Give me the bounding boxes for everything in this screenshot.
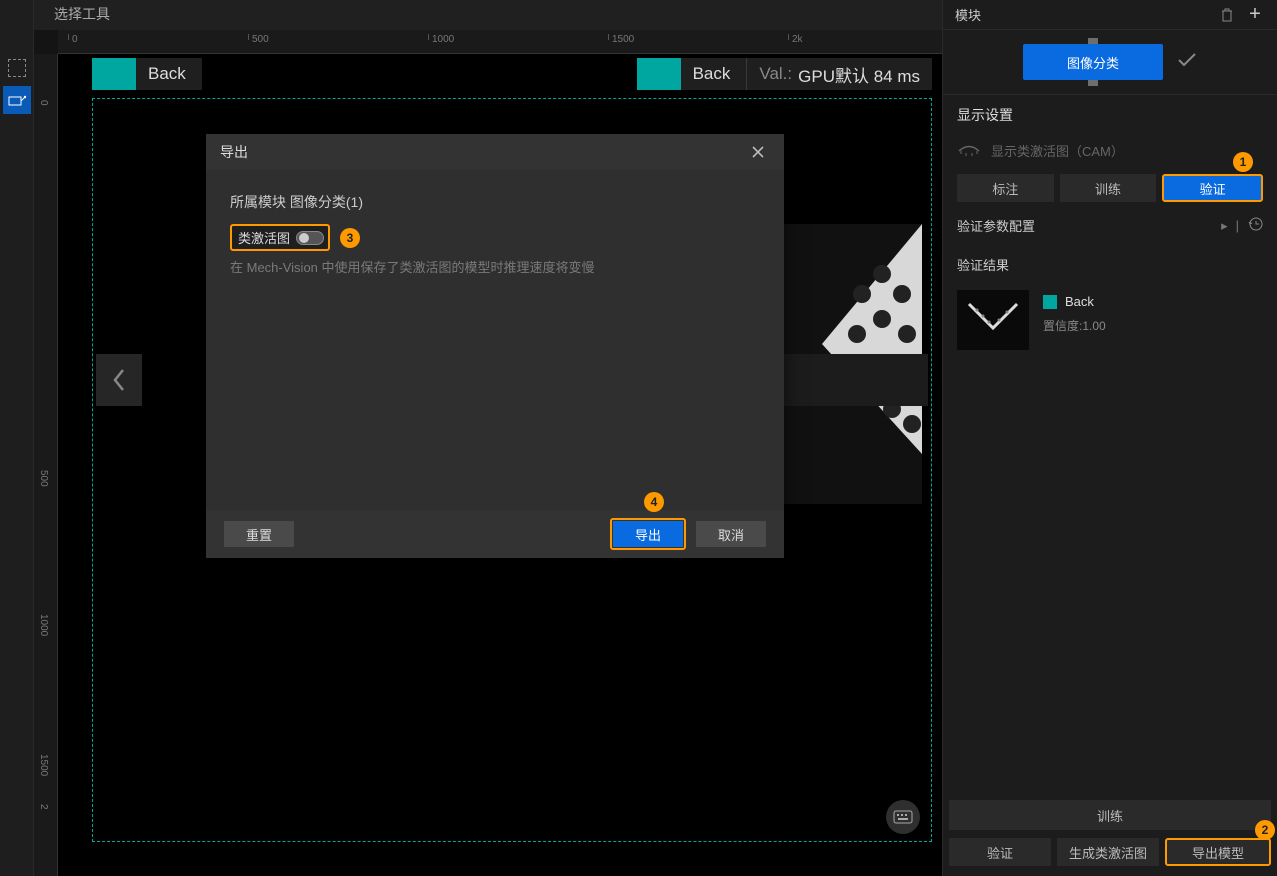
canvas-header: 选择工具 bbox=[34, 0, 942, 30]
show-cam-row[interactable]: 显示类激活图（CAM） bbox=[943, 135, 1277, 174]
class-color-swatch bbox=[92, 58, 136, 90]
display-settings-header: 显示设置 bbox=[943, 94, 1277, 135]
module-panel-title: 模块 bbox=[955, 5, 1209, 24]
history-icon[interactable] bbox=[1247, 216, 1263, 235]
plus-icon[interactable]: + bbox=[1245, 5, 1265, 25]
divider: | bbox=[1236, 218, 1239, 233]
verify-button[interactable]: 验证 bbox=[949, 838, 1051, 866]
verify-config-row[interactable]: 验证参数配置 ▸ | bbox=[943, 202, 1277, 249]
prev-image-button[interactable] bbox=[96, 354, 142, 406]
ruler-vertical: 0 500 1000 1500 2 bbox=[34, 54, 58, 876]
class-color-swatch bbox=[637, 58, 681, 90]
tab-train[interactable]: 训练 bbox=[1060, 174, 1157, 202]
reset-button[interactable]: 重置 bbox=[224, 521, 294, 547]
view-tool-icon[interactable] bbox=[3, 86, 31, 114]
check-icon bbox=[1177, 52, 1197, 73]
generate-cam-button[interactable]: 生成类激活图 bbox=[1057, 838, 1159, 866]
result-thumbnail bbox=[957, 290, 1029, 350]
confidence-text: 置信度:1.00 bbox=[1043, 317, 1106, 334]
eye-off-icon bbox=[957, 144, 981, 158]
cam-hint-text: 在 Mech-Vision 中使用保存了类激活图的模型时推理速度将变慢 bbox=[230, 257, 760, 276]
class-badge-right: Back bbox=[637, 58, 747, 90]
annotation-1: 1 bbox=[1233, 152, 1253, 172]
marquee-tool-icon[interactable] bbox=[3, 54, 31, 82]
export-button[interactable]: 导出 bbox=[613, 521, 683, 547]
export-dialog: 导出 所属模块 图像分类(1) 类激活图 3 bbox=[206, 134, 784, 558]
cancel-button[interactable]: 取消 bbox=[696, 521, 766, 547]
validation-info: Val.: GPU默认 84 ms bbox=[746, 58, 932, 90]
tab-verify[interactable]: 验证 bbox=[1162, 174, 1263, 202]
tab-label[interactable]: 标注 bbox=[957, 174, 1054, 202]
annotation-3: 3 bbox=[340, 228, 360, 248]
keyboard-icon[interactable] bbox=[886, 800, 920, 834]
cam-toggle[interactable]: 类激活图 bbox=[230, 224, 330, 251]
verify-result-item: Back 置信度:1.00 bbox=[943, 280, 1277, 360]
train-button[interactable]: 训练 bbox=[949, 800, 1271, 830]
module-section-label: 所属模块 图像分类(1) bbox=[230, 192, 760, 212]
export-model-button[interactable]: 导出模型 bbox=[1165, 838, 1271, 866]
result-class-label: Back bbox=[1065, 294, 1094, 309]
annotation-4: 4 bbox=[644, 492, 664, 512]
chevron-right-icon: ▸ bbox=[1221, 218, 1228, 234]
left-toolbar bbox=[0, 0, 34, 876]
module-type-button[interactable]: 图像分类 bbox=[1023, 44, 1163, 80]
image-canvas[interactable]: Back Back Val.: GPU默认 84 ms bbox=[58, 54, 942, 876]
verify-result-header: 验证结果 bbox=[943, 249, 1277, 280]
class-badge-left: Back bbox=[92, 58, 202, 90]
class-color-swatch bbox=[1043, 295, 1057, 309]
trash-icon[interactable] bbox=[1217, 5, 1237, 25]
dialog-title: 导出 bbox=[220, 142, 746, 162]
ruler-horizontal: 0 500 1000 1500 2k bbox=[58, 30, 942, 54]
close-icon[interactable] bbox=[746, 140, 770, 164]
annotation-2: 2 bbox=[1255, 820, 1275, 840]
